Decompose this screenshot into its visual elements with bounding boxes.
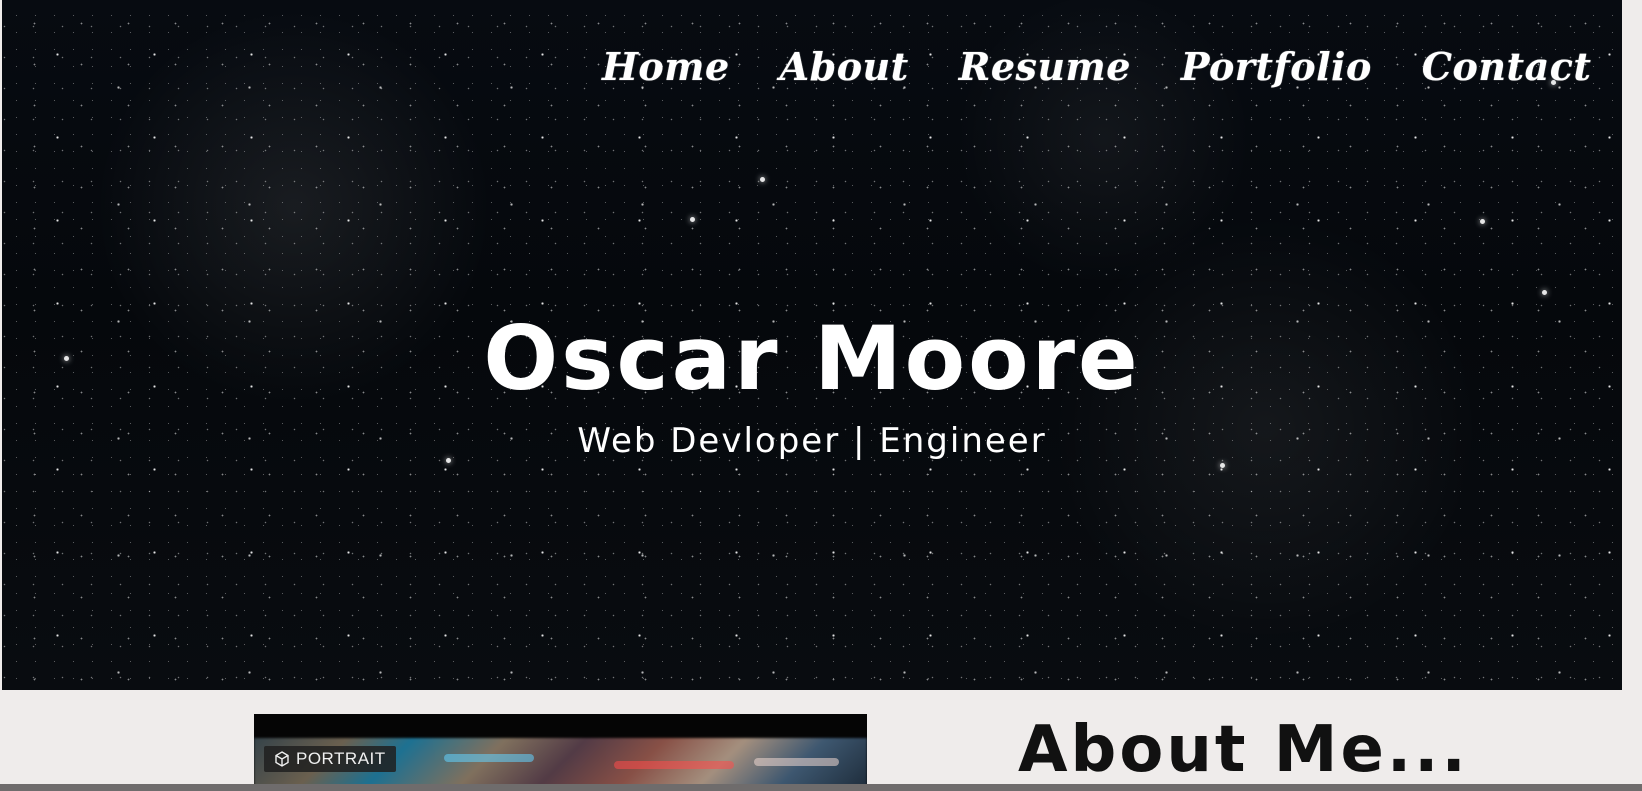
bottom-scroll-edge [0, 784, 1642, 791]
cube-icon [274, 751, 290, 767]
nav-home-link[interactable]: Home [602, 44, 730, 89]
star-bright [446, 458, 451, 463]
star-bright [1480, 219, 1485, 224]
hero-title: Oscar Moore [483, 307, 1141, 410]
nav-contact-link[interactable]: Contact [1422, 44, 1592, 89]
nav-resume-link[interactable]: Resume [959, 44, 1131, 89]
star-bright [1220, 463, 1225, 468]
image-detail [614, 761, 734, 769]
nav-about-link[interactable]: About [780, 44, 909, 89]
star-bright [760, 177, 765, 182]
hero-subtitle: Web Devloper | Engineer [577, 421, 1047, 461]
image-detail [444, 754, 534, 762]
main-navigation: Home About Resume Portfolio Contact [602, 44, 1591, 89]
star-bright [1542, 290, 1547, 295]
nav-portfolio-link[interactable]: Portfolio [1181, 44, 1372, 89]
about-portrait-image: PORTRAIT [254, 714, 867, 791]
star-bright [690, 217, 695, 222]
about-heading: About Me... [1018, 713, 1469, 787]
portrait-badge: PORTRAIT [264, 746, 396, 772]
page: Home About Resume Portfolio Contact Osca… [0, 0, 1642, 791]
hero-section: Home About Resume Portfolio Contact Osca… [2, 0, 1622, 690]
image-detail [754, 758, 839, 766]
portrait-badge-label: PORTRAIT [296, 749, 386, 768]
